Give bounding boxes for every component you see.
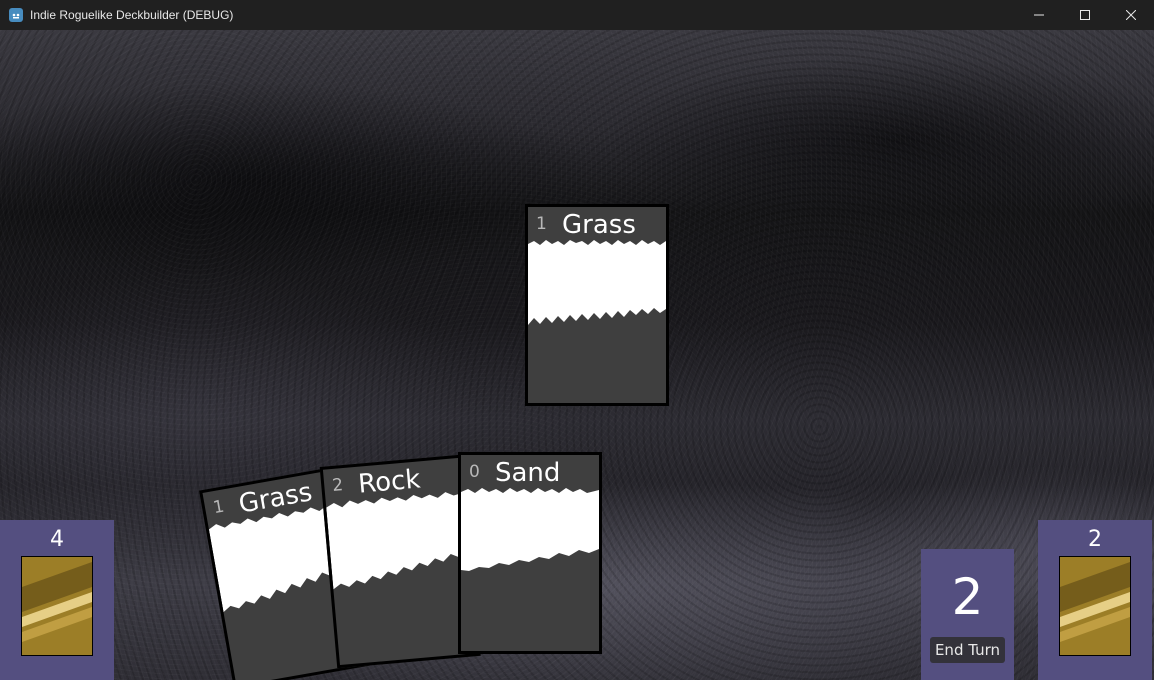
close-button[interactable] [1108, 0, 1154, 30]
card-back-icon [21, 556, 93, 656]
card-back-icon [1059, 556, 1131, 656]
played-card[interactable]: 1 Grass [525, 204, 669, 406]
draw-pile-count: 4 [50, 527, 64, 552]
card-cost: 0 [469, 462, 480, 482]
title-bar: Indie Roguelike Deckbuilder (DEBUG) [0, 0, 1154, 30]
window-title: Indie Roguelike Deckbuilder (DEBUG) [30, 8, 234, 22]
card-art [461, 488, 599, 571]
card-name: Sand [495, 458, 561, 488]
card-art [326, 492, 469, 590]
card-art [528, 240, 666, 325]
energy-panel: 2 End Turn [921, 549, 1014, 680]
hand-card[interactable]: 0 Sand [458, 452, 602, 654]
end-turn-button[interactable]: End Turn [929, 637, 1006, 663]
energy-value: 2 [951, 568, 984, 626]
discard-pile-count: 2 [1088, 527, 1102, 552]
maximize-button[interactable] [1062, 0, 1108, 30]
godot-icon [9, 8, 23, 22]
game-board: 1 Grass 1 Grass 2 Rock 0 Sand 4 2 End Tu… [0, 30, 1154, 680]
card-cost: 1 [211, 496, 226, 519]
hand-card[interactable]: 2 Rock [319, 454, 481, 669]
draw-pile[interactable]: 4 [0, 520, 114, 680]
discard-pile[interactable]: 2 [1038, 520, 1152, 680]
card-cost: 2 [331, 475, 345, 496]
minimize-button[interactable] [1016, 0, 1062, 30]
card-cost: 1 [536, 214, 547, 234]
close-icon [1126, 10, 1136, 20]
card-name: Grass [562, 210, 636, 240]
maximize-icon [1080, 10, 1090, 20]
minimize-icon [1034, 14, 1044, 16]
